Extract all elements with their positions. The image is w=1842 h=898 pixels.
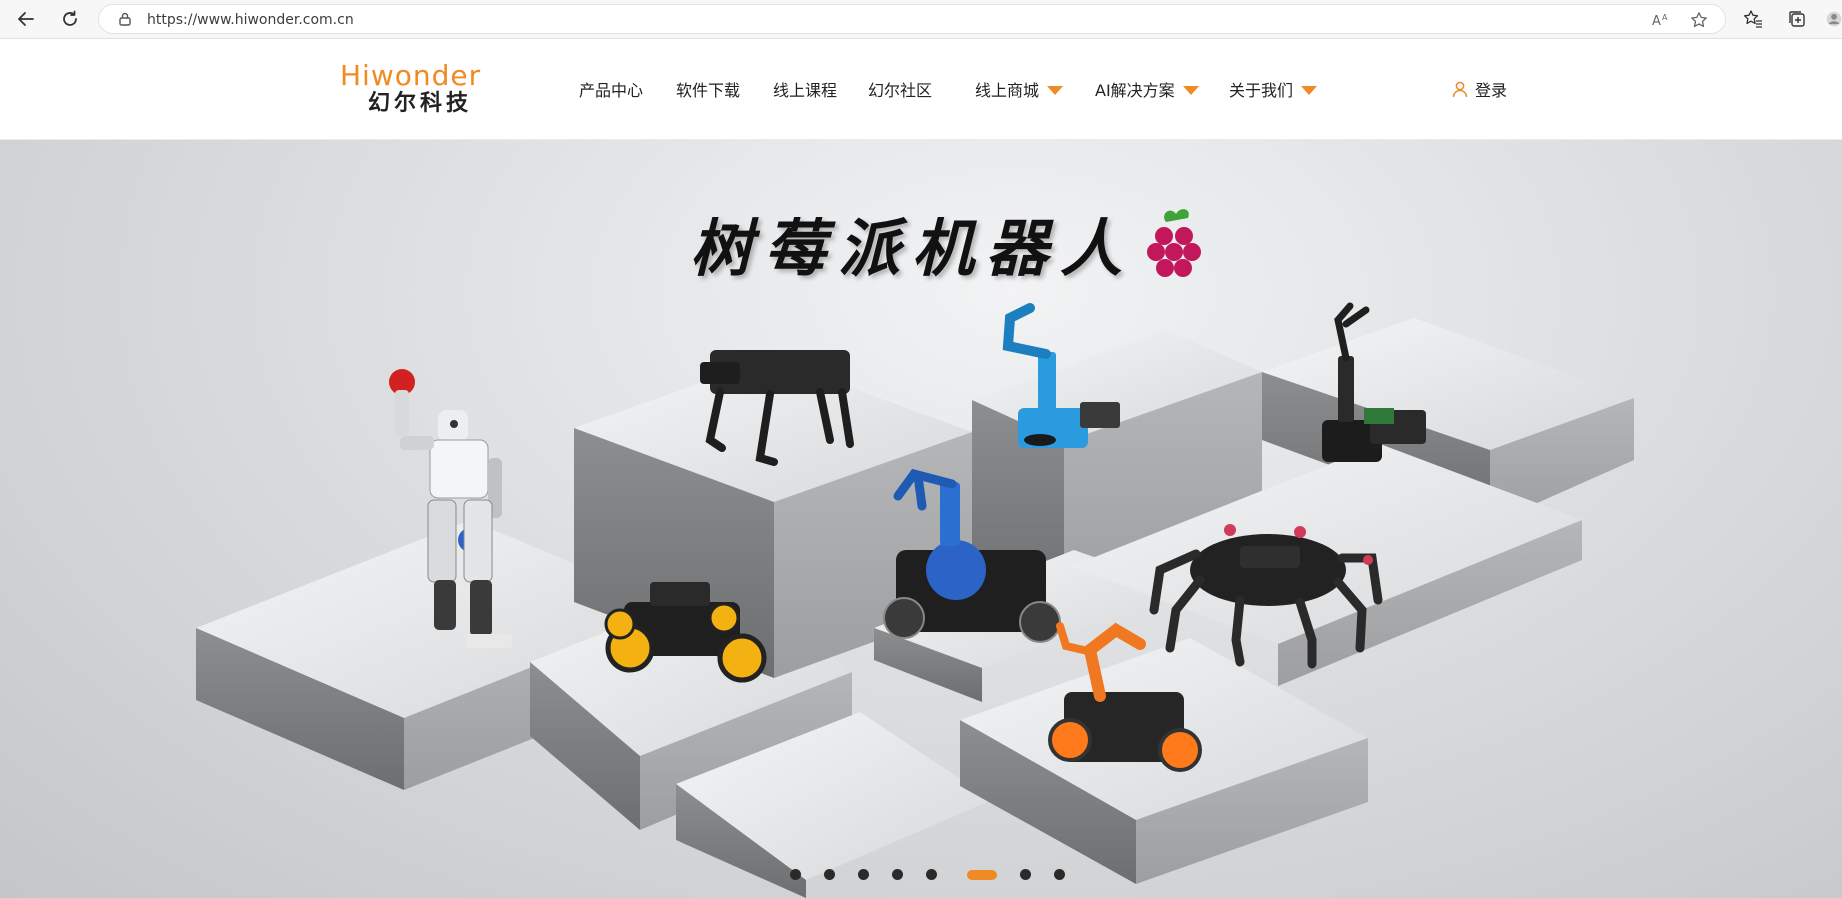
logo-chinese-name: 幻尔科技 xyxy=(368,91,473,116)
reload-icon[interactable] xyxy=(58,7,82,31)
nav-item-software-download[interactable]: 软件下载 xyxy=(676,77,740,101)
lock-icon[interactable] xyxy=(117,11,133,27)
svg-text:A: A xyxy=(1652,14,1661,28)
login-link[interactable]: 登录 xyxy=(1451,77,1507,101)
read-aloud-icon[interactable]: AA xyxy=(1651,10,1671,30)
carousel-dot-7[interactable] xyxy=(1020,869,1031,880)
carousel-dot-1[interactable] xyxy=(790,869,801,880)
site-header: Hiwonder 幻尔科技 产品中心 软件下载 线上课程 幻尔社区 线上商城 A… xyxy=(0,39,1842,140)
carousel-dot-2[interactable] xyxy=(824,869,835,880)
nav-label: 产品中心 xyxy=(579,81,644,100)
nav-item-online-courses[interactable]: 线上课程 xyxy=(773,77,837,101)
carousel-dot-6-active[interactable] xyxy=(967,870,997,880)
collections-icon[interactable] xyxy=(1786,8,1808,30)
hero-title: 树莓派机器人 xyxy=(690,212,1135,285)
site-logo[interactable]: Hiwonder 幻尔科技 xyxy=(340,61,508,117)
carousel-dot-3[interactable] xyxy=(858,869,869,880)
carousel-dot-5[interactable] xyxy=(926,869,937,880)
nav-item-about-us[interactable]: 关于我们 xyxy=(1229,77,1318,101)
back-icon[interactable] xyxy=(14,7,38,31)
logo-wordmark: Hiwonder xyxy=(340,59,482,92)
nav-label: 软件下载 xyxy=(676,81,741,100)
url-text[interactable]: https://www.hiwonder.com.cn xyxy=(147,12,354,28)
nav-item-community[interactable]: 幻尔社区 xyxy=(868,77,932,101)
browser-toolbar: https://www.hiwonder.com.cn AA xyxy=(0,0,1842,39)
user-icon xyxy=(1452,81,1468,98)
svg-text:A: A xyxy=(1662,13,1668,22)
carousel-dot-4[interactable] xyxy=(892,869,903,880)
dropdown-caret-icon xyxy=(1047,85,1064,95)
address-bar[interactable]: https://www.hiwonder.com.cn AA xyxy=(98,4,1726,34)
nav-label: 线上商城 xyxy=(975,81,1040,100)
dropdown-caret-icon xyxy=(1301,85,1318,95)
nav-item-products[interactable]: 产品中心 xyxy=(579,77,643,101)
favorite-star-icon[interactable] xyxy=(1689,10,1709,30)
nav-label: AI解决方案 xyxy=(1095,81,1175,100)
carousel-dot-8[interactable] xyxy=(1054,869,1065,880)
hero-banner[interactable]: 树莓派机器人 xyxy=(0,140,1842,898)
nav-item-online-store[interactable]: 线上商城 xyxy=(975,77,1064,101)
dropdown-caret-icon xyxy=(1182,85,1199,95)
nav-label: 线上课程 xyxy=(773,81,838,100)
nav-label: 幻尔社区 xyxy=(868,81,933,100)
nav-label: 关于我们 xyxy=(1229,81,1294,100)
raspberry-pi-logo-icon xyxy=(1147,209,1201,277)
login-label: 登录 xyxy=(1475,81,1508,100)
nav-item-ai-solutions[interactable]: AI解决方案 xyxy=(1095,77,1199,101)
profile-icon[interactable] xyxy=(1826,8,1842,30)
favorites-icon[interactable] xyxy=(1742,8,1764,30)
